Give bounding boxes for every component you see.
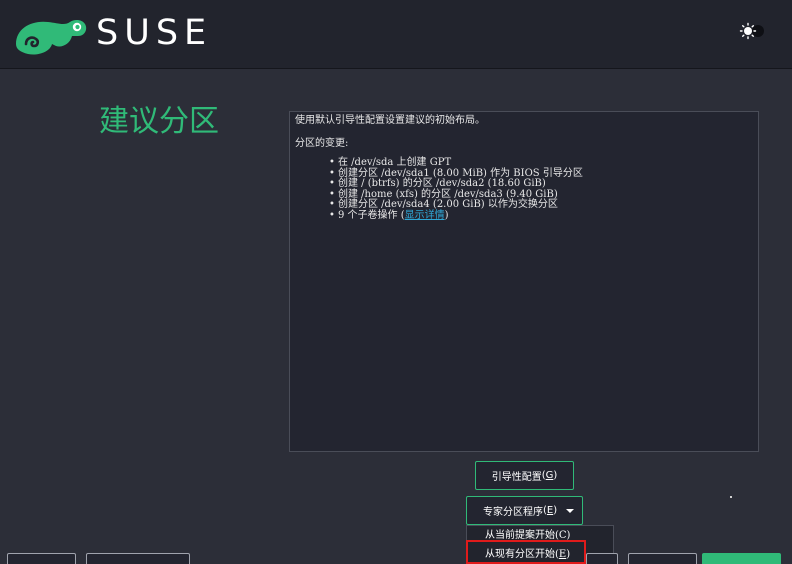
list-item: 创建 / (btrfs) 的分区 /dev/sda2 (18.60 GiB) bbox=[329, 178, 753, 190]
list-item: 9 个子卷操作 (显示详情) bbox=[329, 209, 753, 222]
expert-partitioner-shortcut: E bbox=[546, 505, 554, 516]
subvolume-text-end: ) bbox=[444, 209, 449, 221]
guided-setup-shortcut: G bbox=[545, 470, 554, 481]
menu-item-current-proposal[interactable]: 从当前提案开始(C) bbox=[467, 526, 613, 545]
list-item: 在 /dev/sda 上创建 GPT bbox=[329, 157, 753, 169]
show-details-link[interactable]: 显示详情 bbox=[405, 210, 445, 221]
caret-down-icon bbox=[566, 509, 574, 513]
brand-wordmark: SUSE bbox=[96, 13, 213, 53]
expert-partitioner-label: 专家分区程序 bbox=[483, 507, 543, 518]
help-button[interactable] bbox=[7, 553, 76, 564]
existing-partitions-label: 从现有分区开始( bbox=[485, 549, 559, 560]
header-bar: SUSE bbox=[0, 0, 792, 69]
partially-hidden-button[interactable] bbox=[586, 553, 618, 564]
chameleon-icon bbox=[16, 19, 87, 55]
subvolume-text: 9 个子卷操作 ( bbox=[338, 209, 405, 221]
proposal-summary: 使用默认引导性配置设置建议的初始布局。 分区的变更: 在 /dev/sda 上创… bbox=[289, 111, 759, 452]
next-button[interactable] bbox=[702, 553, 781, 564]
release-notes-button[interactable] bbox=[86, 553, 190, 564]
cursor-dot bbox=[730, 496, 732, 498]
expert-partitioner-button[interactable]: 专家分区程序(E) bbox=[466, 496, 583, 525]
guided-setup-button[interactable]: 引导性配置(G) bbox=[475, 461, 574, 490]
existing-partitions-label-end: ) bbox=[566, 549, 571, 560]
back-button[interactable] bbox=[628, 553, 697, 564]
guided-setup-label: 引导性配置 bbox=[491, 472, 542, 483]
changes-list: 在 /dev/sda 上创建 GPT 创建分区 /dev/sda1 (8.00 … bbox=[295, 157, 753, 222]
page-title: 建议分区 bbox=[99, 104, 219, 139]
summary-intro: 使用默认引导性配置设置建议的初始布局。 bbox=[295, 115, 485, 126]
sun-icon[interactable] bbox=[738, 22, 766, 40]
installer-window: SUSE 建议分区 使用默认引导性配置设置建议的初始布局。 分区的变更: 在 /… bbox=[0, 0, 792, 564]
changes-heading: 分区的变更: bbox=[295, 137, 349, 149]
